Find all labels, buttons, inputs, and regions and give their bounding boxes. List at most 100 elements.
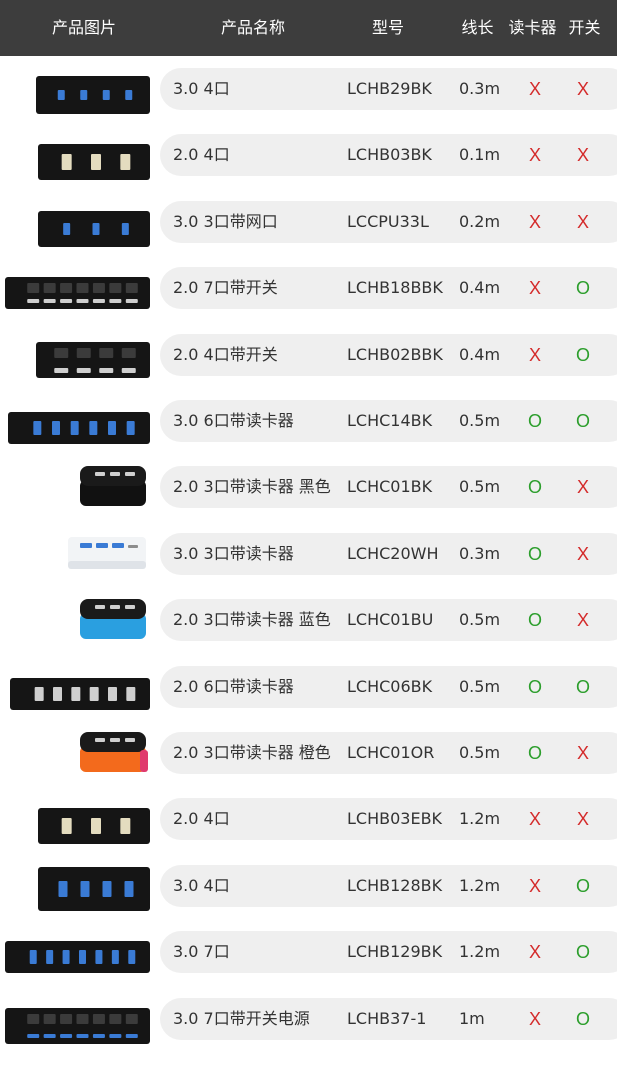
- switch-mark: O: [575, 278, 590, 298]
- product-name: 2.0 7口带开关: [173, 278, 278, 297]
- table-row: 2.0 7口带开关 LCHB18BBK 0.4m X O: [0, 255, 617, 321]
- product-name: 3.0 7口带开关电源: [173, 1009, 310, 1028]
- switch-mark: O: [575, 1009, 590, 1029]
- cable-length: 0.4m: [459, 278, 501, 297]
- card-reader-mark: X: [528, 876, 541, 896]
- card-reader-mark: O: [527, 610, 542, 630]
- switch-mark: X: [576, 809, 589, 829]
- product-name: 2.0 3口带读卡器 蓝色: [173, 610, 331, 629]
- cable-length: 0.5m: [459, 610, 501, 629]
- product-model: LCHC06BK: [347, 677, 433, 696]
- switch-mark: O: [575, 411, 590, 431]
- switch-mark: X: [576, 212, 589, 232]
- product-name: 3.0 4口: [173, 876, 230, 895]
- card-reader-mark: O: [527, 677, 542, 697]
- switch-mark: O: [575, 345, 590, 365]
- product-thumbnail: [80, 732, 148, 772]
- switch-mark: O: [575, 942, 590, 962]
- product-model: LCHC01BU: [347, 610, 434, 629]
- table-row: 3.0 3口带网口 LCCPU33L 0.2m X X: [0, 189, 617, 255]
- product-model: LCCPU33L: [347, 212, 429, 231]
- product-model: LCHB37-1: [347, 1009, 427, 1028]
- product-name: 3.0 6口带读卡器: [173, 411, 294, 430]
- table-row: 3.0 3口带读卡器 LCHC20WH 0.3m O X: [0, 521, 617, 587]
- product-name: 2.0 4口: [173, 145, 230, 164]
- product-thumbnail: [68, 537, 146, 569]
- header-switch: 开关: [568, 18, 601, 37]
- cable-length: 0.5m: [459, 677, 501, 696]
- table-row: 3.0 4口 LCHB29BK 0.3m X X: [0, 56, 617, 122]
- card-reader-mark: O: [527, 544, 542, 564]
- product-thumbnail: [36, 76, 150, 114]
- cable-length: 0.5m: [459, 743, 501, 762]
- product-model: LCHC01BK: [347, 477, 433, 496]
- header-product-name: 产品名称: [220, 18, 285, 37]
- product-name: 3.0 4口: [173, 79, 230, 98]
- product-model: LCHC01OR: [347, 743, 435, 762]
- product-thumbnail: [5, 277, 150, 309]
- switch-mark: X: [576, 610, 589, 630]
- switch-mark: X: [576, 544, 589, 564]
- table-row: 3.0 7口带开关电源 LCHB37-1 1m X O: [0, 986, 617, 1052]
- product-thumbnail: [80, 599, 146, 639]
- table-row: 2.0 6口带读卡器 LCHC06BK 0.5m O O: [0, 654, 617, 720]
- header-model: 型号: [371, 18, 404, 37]
- cable-length: 0.1m: [459, 145, 501, 164]
- header-cable-length: 线长: [461, 18, 494, 37]
- card-reader-mark: O: [527, 477, 542, 497]
- table-row: 3.0 4口 LCHB128BK 1.2m X O: [0, 853, 617, 919]
- table-row: 2.0 4口 LCHB03BK 0.1m X X: [0, 122, 617, 188]
- cable-length: 0.2m: [459, 212, 501, 231]
- product-model: LCHC14BK: [347, 411, 433, 430]
- product-model: LCHB29BK: [347, 79, 432, 98]
- card-reader-mark: X: [528, 1009, 541, 1029]
- product-model: LCHB128BK: [347, 876, 443, 895]
- product-thumbnail: [8, 412, 150, 444]
- product-thumbnail: [36, 342, 150, 378]
- cable-length: 0.5m: [459, 411, 501, 430]
- card-reader-mark: X: [528, 278, 541, 298]
- product-name: 2.0 3口带读卡器 黑色: [173, 477, 331, 496]
- product-name: 2.0 3口带读卡器 橙色: [173, 743, 331, 762]
- card-reader-mark: O: [527, 411, 542, 431]
- product-model: LCHC20WH: [347, 544, 439, 563]
- card-reader-mark: X: [528, 145, 541, 165]
- card-reader-mark: O: [527, 743, 542, 763]
- table-row: 3.0 6口带读卡器 LCHC14BK 0.5m O O: [0, 388, 617, 454]
- table-row: 2.0 4口 LCHB03EBK 1.2m X X: [0, 786, 617, 852]
- product-thumbnail: [5, 941, 150, 973]
- card-reader-mark: X: [528, 942, 541, 962]
- header-card-reader: 读卡器: [508, 18, 557, 37]
- product-model: LCHB129BK: [347, 942, 443, 961]
- cable-length: 0.3m: [459, 544, 501, 563]
- product-thumbnail: [38, 808, 150, 844]
- product-name: 2.0 6口带读卡器: [173, 677, 294, 696]
- cable-length: 1m: [459, 1009, 485, 1028]
- cable-length: 1.2m: [459, 876, 501, 895]
- card-reader-mark: X: [528, 79, 541, 99]
- product-name: 3.0 7口: [173, 942, 230, 961]
- product-thumbnail: [5, 1008, 150, 1044]
- cable-length: 0.3m: [459, 79, 501, 98]
- switch-mark: O: [575, 876, 590, 896]
- product-name: 3.0 3口带网口: [173, 212, 278, 231]
- product-thumbnail: [80, 466, 146, 506]
- table-row: 2.0 3口带读卡器 黑色 LCHC01BK 0.5m O X: [0, 454, 617, 520]
- product-name: 2.0 4口: [173, 809, 230, 828]
- card-reader-mark: X: [528, 345, 541, 365]
- product-model: LCHB18BBK: [347, 278, 443, 297]
- header-product-image: 产品图片: [51, 18, 116, 37]
- product-model: LCHB03EBK: [347, 809, 443, 828]
- table-row: 2.0 3口带读卡器 蓝色 LCHC01BU 0.5m O X: [0, 587, 617, 653]
- product-thumbnail: [10, 678, 150, 710]
- product-model: LCHB03BK: [347, 145, 432, 164]
- product-thumbnail: [38, 211, 150, 247]
- product-name: 2.0 4口带开关: [173, 345, 278, 364]
- switch-mark: X: [576, 477, 589, 497]
- switch-mark: X: [576, 145, 589, 165]
- product-model: LCHB02BBK: [347, 345, 443, 364]
- switch-mark: X: [576, 79, 589, 99]
- cable-length: 0.4m: [459, 345, 501, 364]
- product-thumbnail: [38, 144, 150, 180]
- switch-mark: O: [575, 677, 590, 697]
